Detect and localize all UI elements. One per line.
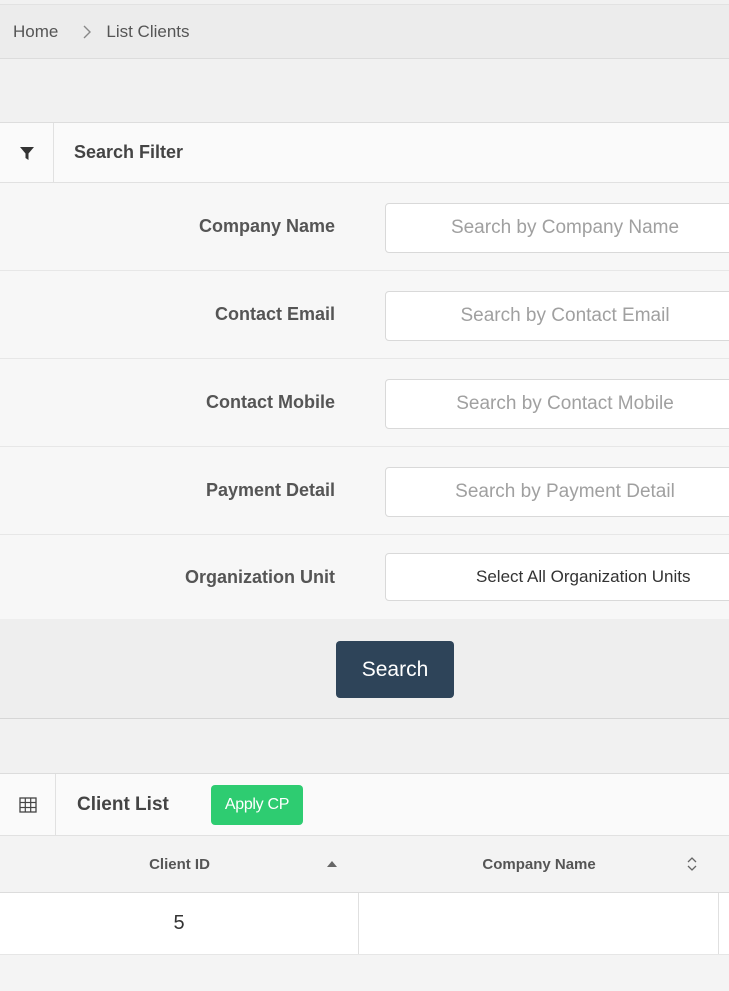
search-filter-title: Search Filter: [74, 142, 184, 162]
contact-email-row: Contact Email: [0, 271, 729, 359]
contact-mobile-input[interactable]: [385, 379, 729, 429]
contact-mobile-label: Contact Mobile: [206, 392, 335, 412]
organization-unit-row: Organization Unit Select All Organizatio…: [0, 535, 729, 620]
client-list-title: Client List: [77, 793, 169, 815]
cell-overflow: [719, 893, 729, 954]
cell-company-name: [359, 893, 720, 954]
search-filter-panel: Search Filter Company Name Contact Email…: [0, 122, 729, 719]
search-button[interactable]: Search: [336, 641, 454, 698]
breadcrumb-current: List Clients: [106, 21, 190, 41]
column-header-client-id[interactable]: Client ID: [0, 836, 359, 892]
sort-both-icon: [687, 857, 697, 871]
organization-unit-label: Organization Unit: [185, 566, 335, 587]
breadcrumb-home-link[interactable]: Home: [13, 22, 58, 42]
company-name-label: Company Name: [198, 216, 335, 236]
search-button-area: Search: [0, 619, 729, 718]
organization-unit-select[interactable]: Select All Organization Units: [385, 553, 729, 601]
client-list-header: Client List Apply CP: [0, 774, 729, 836]
payment-detail-input[interactable]: [385, 467, 729, 517]
column-header-client-id-label: Client ID: [149, 855, 210, 873]
apply-cp-button[interactable]: Apply CP: [210, 784, 304, 825]
company-name-input[interactable]: [385, 203, 729, 253]
client-table-header: Client ID Company Name: [0, 836, 729, 893]
breadcrumb: Home List Clients: [0, 4, 729, 59]
company-name-row: Company Name: [0, 183, 729, 271]
filter-icon: [0, 123, 54, 182]
payment-detail-row: Payment Detail: [0, 447, 729, 535]
column-header-company-name-label: Company Name: [482, 855, 596, 873]
contact-email-label: Contact Email: [214, 304, 335, 324]
search-filter-header: Search Filter: [0, 123, 729, 183]
table-row[interactable]: 5: [0, 893, 729, 955]
payment-detail-label: Payment Detail: [205, 480, 335, 500]
contact-email-input[interactable]: [385, 291, 729, 341]
column-header-overflow: [719, 836, 729, 892]
column-header-company-name[interactable]: Company Name: [359, 836, 719, 892]
sort-ascending-icon: [327, 861, 338, 867]
table-icon: [0, 774, 56, 835]
table-footer: [0, 954, 729, 991]
cell-client-id: 5: [0, 893, 360, 954]
contact-mobile-row: Contact Mobile: [0, 359, 729, 447]
chevron-right-icon: [82, 25, 92, 39]
